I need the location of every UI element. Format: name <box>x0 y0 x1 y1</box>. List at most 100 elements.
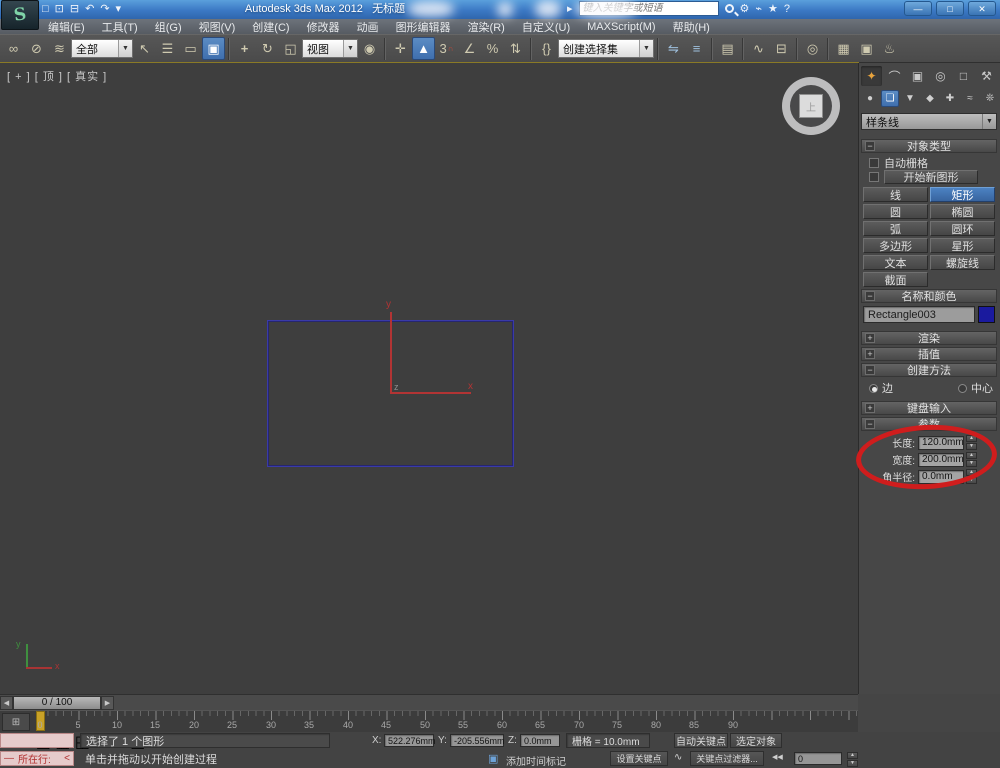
rollout-interpolation[interactable]: + 插值 <box>861 347 997 361</box>
button-arc[interactable]: 弧 <box>863 221 928 236</box>
radio-center[interactable]: 中心 <box>958 380 993 396</box>
viewcube-top-face[interactable]: 上 <box>799 94 823 118</box>
rollout-rendering[interactable]: + 渲染 <box>861 331 997 345</box>
button-text[interactable]: 文本 <box>863 255 928 270</box>
keyboard-override-icon[interactable]: ▲ <box>412 37 435 60</box>
category-spacewarps-icon[interactable]: ≈ <box>961 90 979 107</box>
category-helpers-icon[interactable]: ✚ <box>941 90 959 107</box>
minimize-button[interactable]: — <box>904 1 932 16</box>
button-line[interactable]: 线 <box>863 187 928 202</box>
category-systems-icon[interactable]: ❊ <box>981 90 999 107</box>
menu-item-help[interactable]: 帮助(H) <box>673 19 710 35</box>
maximize-button[interactable]: □ <box>936 1 964 16</box>
bind-to-spacewarp-icon[interactable]: ≋ <box>48 37 71 60</box>
time-tag-icon[interactable]: ▣ <box>488 752 498 765</box>
favorites-star-icon[interactable]: ★ <box>768 2 778 15</box>
category-cameras-icon[interactable]: ◆ <box>921 90 939 107</box>
viewport-label[interactable]: [ + ] [ 顶 ] [ 真实 ] <box>7 68 107 84</box>
category-geometry-icon[interactable]: ● <box>861 90 879 107</box>
tab-utilities-icon[interactable]: ⚒ <box>976 66 997 86</box>
menu-item-graph-editors[interactable]: 图形编辑器 <box>396 19 451 35</box>
button-circle[interactable]: 圆 <box>863 204 928 219</box>
schematic-view-icon[interactable]: ⊟ <box>770 37 793 60</box>
track-bar[interactable]: ⊞ 0 5 10 15 20 25 30 35 40 45 50 55 60 6… <box>0 710 858 732</box>
named-selection-set-dropdown[interactable]: 创建选择集 ▼ <box>558 39 654 58</box>
render-setup-icon[interactable]: ▦ <box>832 37 855 60</box>
menu-item-rendering[interactable]: 渲染(R) <box>468 19 505 35</box>
menu-item-views[interactable]: 视图(V) <box>199 19 236 35</box>
angle-snap-icon[interactable]: ∠ <box>458 37 481 60</box>
start-new-shape-checkbox[interactable] <box>869 172 879 182</box>
snap-toggle-3d-icon[interactable]: 3∩ <box>435 37 458 60</box>
tab-modify-icon[interactable]: ⌒ <box>884 66 905 86</box>
category-shapes-icon[interactable]: ❏ <box>881 90 899 107</box>
y-coordinate-field[interactable]: -205.556mm <box>450 734 504 747</box>
mirror-icon[interactable]: ⇋ <box>662 37 685 60</box>
render-production-icon[interactable]: ♨ <box>878 37 901 60</box>
app-logo-icon[interactable]: S <box>1 0 39 30</box>
auto-key-button[interactable]: 自动关键点 <box>674 733 728 748</box>
menu-item-maxscript[interactable]: MAXScript(M) <box>587 21 655 33</box>
previous-frame-button[interactable]: ◀ <box>0 696 13 710</box>
next-frame-button[interactable]: ▶ <box>101 696 114 710</box>
selection-filter-dropdown[interactable]: 全部 ▼ <box>71 39 133 58</box>
percent-snap-icon[interactable]: % <box>481 37 504 60</box>
maxscript-mini-listener[interactable] <box>0 733 74 748</box>
rollout-name-color[interactable]: − 名称和颜色 <box>861 289 997 303</box>
flyout-left-icon[interactable]: ▸ <box>567 2 573 15</box>
wrench-icon[interactable]: ⚙ <box>740 2 750 15</box>
menu-item-animation[interactable]: 动画 <box>357 19 379 35</box>
go-to-start-icon[interactable]: ◀◀ <box>772 753 783 761</box>
menu-item-create[interactable]: 创建(C) <box>252 19 289 35</box>
select-manipulate-icon[interactable]: ✛ <box>389 37 412 60</box>
button-ngon[interactable]: 多边形 <box>863 238 928 253</box>
communication-icon[interactable]: ⌁ <box>755 2 762 15</box>
category-lights-icon[interactable]: ▼ <box>901 90 919 107</box>
tab-create-icon[interactable]: ✦ <box>861 66 882 86</box>
rollout-creation-method[interactable]: − 创建方法 <box>861 363 997 377</box>
tab-hierarchy-icon[interactable]: ▣ <box>907 66 928 86</box>
autogrid-checkbox[interactable] <box>869 158 879 168</box>
select-object-icon[interactable]: ↖ <box>133 37 156 60</box>
help-icon[interactable]: ? <box>784 3 790 15</box>
tab-motion-icon[interactable]: ◎ <box>930 66 951 86</box>
use-pivot-center-icon[interactable]: ◉ <box>358 37 381 60</box>
edit-named-sets-icon[interactable]: {} <box>535 37 558 60</box>
align-icon[interactable]: ≡ <box>685 37 708 60</box>
current-frame-field[interactable]: 0 <box>794 752 842 765</box>
menu-item-tools[interactable]: 工具(T) <box>102 19 138 35</box>
add-time-tag[interactable]: 添加时间标记 <box>506 753 566 768</box>
window-crossing-icon[interactable]: ▣ <box>202 37 225 60</box>
select-scale-icon[interactable]: ◱ <box>279 37 302 60</box>
select-move-icon[interactable]: + <box>233 37 256 60</box>
mini-curve-editor-button[interactable]: ⊞ <box>2 713 30 731</box>
rendered-frame-icon[interactable]: ▣ <box>855 37 878 60</box>
menu-item-modifiers[interactable]: 修改器 <box>307 19 340 35</box>
menu-item-edit[interactable]: 编辑(E) <box>48 19 85 35</box>
material-editor-icon[interactable]: ◎ <box>801 37 824 60</box>
unlink-selection-icon[interactable]: ⊘ <box>25 37 48 60</box>
z-coordinate-field[interactable]: 0.0mm <box>520 734 560 747</box>
select-and-link-icon[interactable]: ∞ <box>2 37 25 60</box>
layer-manager-icon[interactable]: ▤ <box>716 37 739 60</box>
selected-filter-dropdown[interactable]: 选定对象 <box>730 733 782 748</box>
x-coordinate-field[interactable]: 522.276mm <box>384 734 434 747</box>
select-rotate-icon[interactable]: ↻ <box>256 37 279 60</box>
search-icon[interactable] <box>725 4 734 13</box>
frame-spinner[interactable]: ▲▼ <box>847 752 858 767</box>
menu-item-customize[interactable]: 自定义(U) <box>522 19 570 35</box>
button-helix[interactable]: 螺旋线 <box>930 255 995 270</box>
rollout-keyboard-entry[interactable]: + 键盘输入 <box>861 401 997 415</box>
rollout-object-type[interactable]: − 对象类型 <box>861 139 997 153</box>
radio-edge[interactable]: 边 <box>869 380 893 396</box>
shape-category-dropdown[interactable]: 样条线 ▼ <box>861 113 997 130</box>
object-name-field[interactable]: Rectangle003 <box>863 306 975 323</box>
tab-display-icon[interactable]: □ <box>953 66 974 86</box>
object-color-swatch[interactable] <box>978 306 995 323</box>
gizmo-y-axis[interactable] <box>390 312 392 394</box>
start-new-shape-button[interactable]: 开始新图形 <box>884 170 978 184</box>
button-ellipse[interactable]: 椭圆 <box>930 204 995 219</box>
time-slider-grip[interactable]: 0 / 100 <box>13 696 101 710</box>
button-star[interactable]: 星形 <box>930 238 995 253</box>
key-filters-button[interactable]: 关键点过滤器... <box>690 751 764 766</box>
